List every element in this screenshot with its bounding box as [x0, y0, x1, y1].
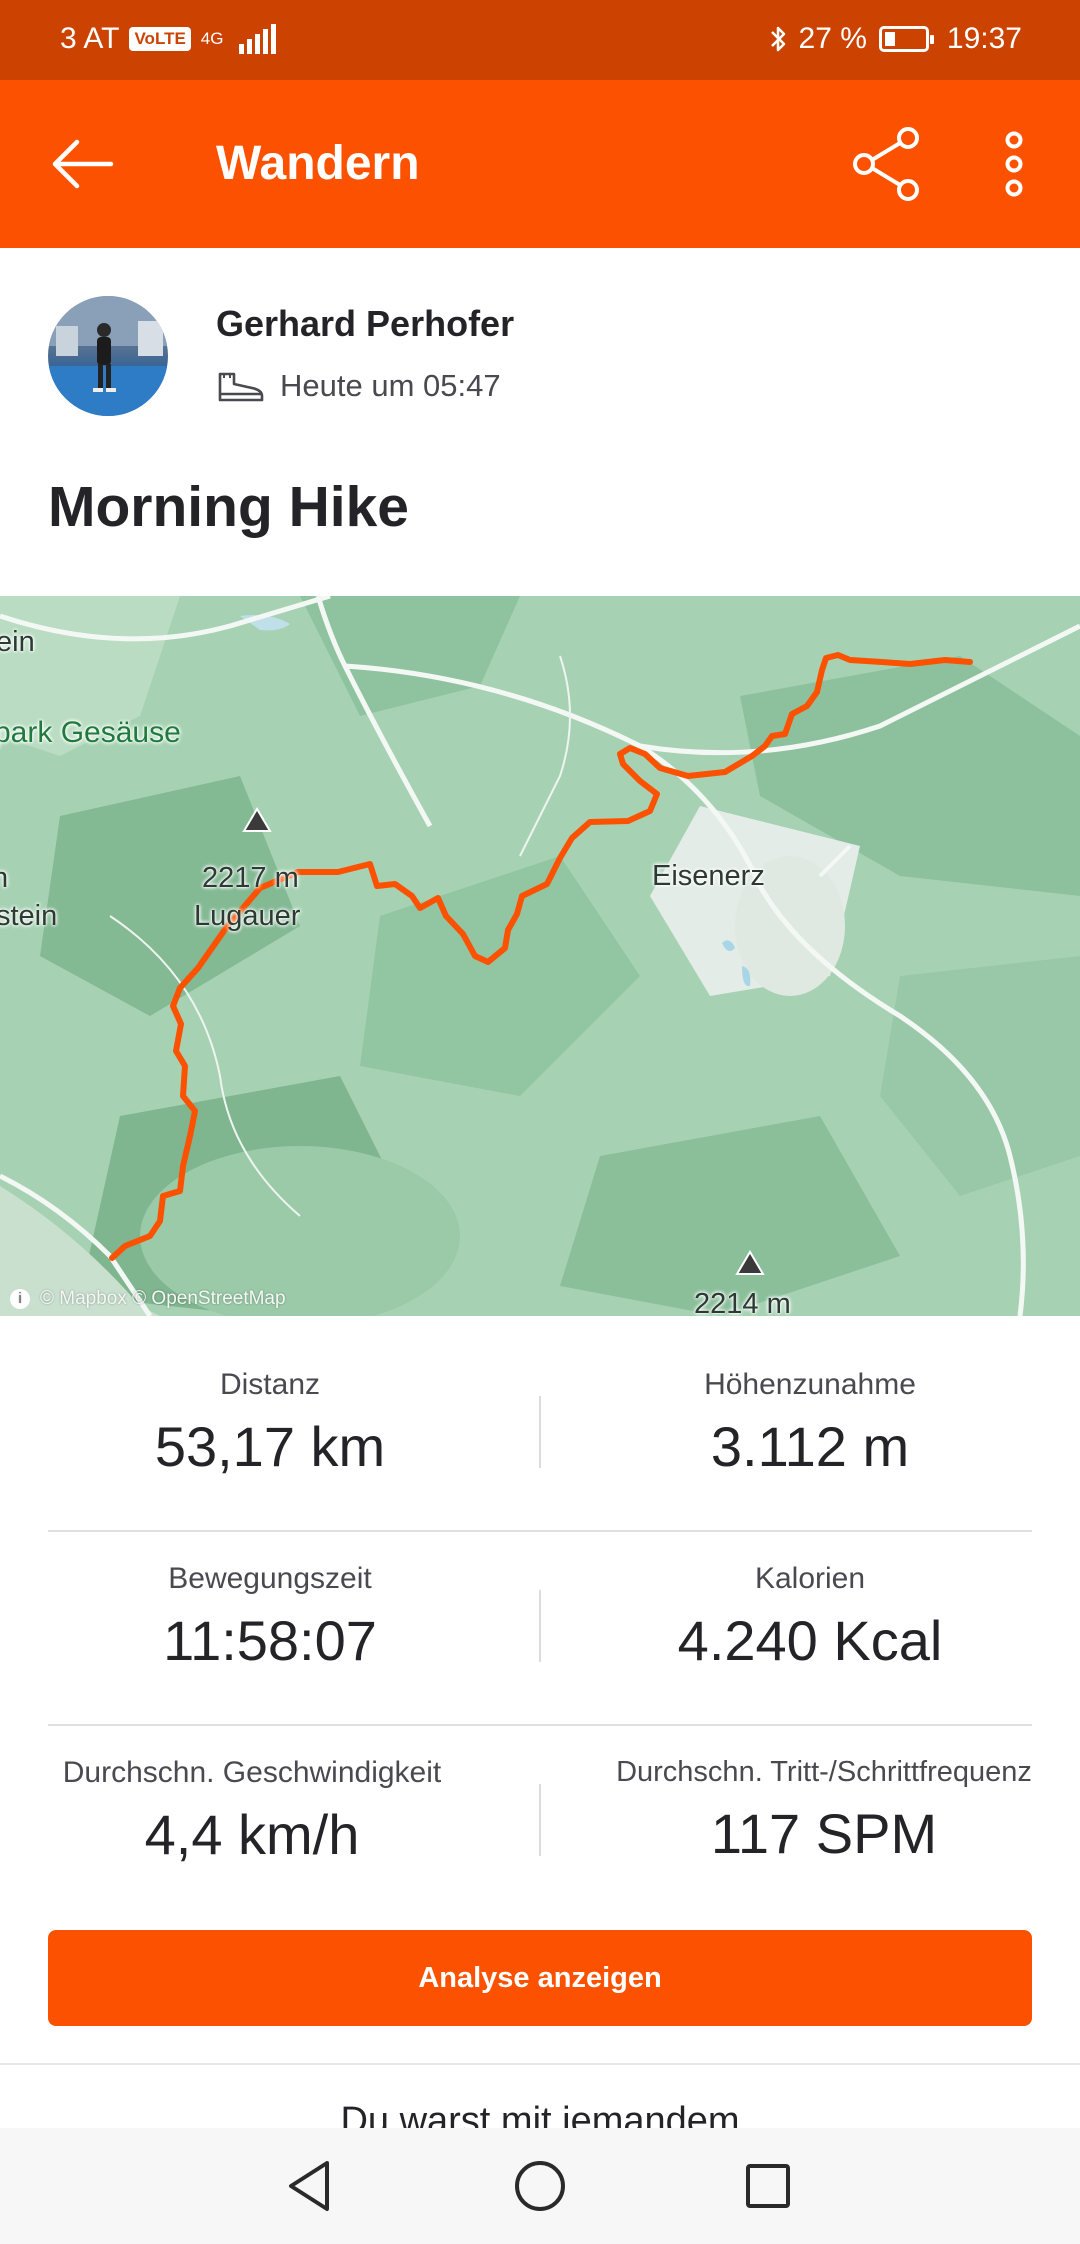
- map-label-park: park Gesäuse: [0, 716, 181, 749]
- stat-value: 53,17 km: [154, 1415, 386, 1478]
- nav-back-icon: [289, 2161, 329, 2211]
- carrier-name: 3 AT: [60, 22, 120, 55]
- map-label-eisenerz: Eisenerz: [652, 860, 765, 892]
- attribution-text: © Mapbox © OpenStreetMap: [40, 1288, 286, 1309]
- map-label-ein: ein: [0, 626, 35, 658]
- stat-moving-time: Bewegungszeit 11:58:07: [0, 1562, 540, 1673]
- row-divider: [48, 1724, 1032, 1726]
- battery-percent: 27 %: [798, 22, 867, 55]
- info-icon[interactable]: i: [10, 1289, 30, 1309]
- activity-title: Morning Hike: [48, 475, 410, 539]
- clock: 19:37: [946, 22, 1022, 55]
- signal-icon: [239, 24, 277, 54]
- section-divider: [0, 2063, 1080, 2065]
- activity-time: Heute um 05:47: [280, 368, 501, 403]
- stat-elevation-gain: Höhenzunahme 3.112 m: [523, 1368, 1080, 1479]
- app-bar: Wandern: [0, 80, 1080, 248]
- network-type: 4G: [200, 29, 224, 48]
- system-nav-bar: [0, 2128, 1080, 2244]
- stat-label: Kalorien: [754, 1562, 866, 1595]
- nav-recents-icon: [746, 2164, 790, 2208]
- nav-home-button[interactable]: [500, 2150, 580, 2222]
- stat-value: 3.112 m: [710, 1415, 910, 1478]
- activity-meta: Heute um 05:47: [216, 368, 501, 404]
- map-attribution[interactable]: i © Mapbox © OpenStreetMap: [10, 1288, 286, 1310]
- map-label-lugauer: Lugauer: [194, 900, 301, 932]
- avatar[interactable]: [48, 296, 168, 416]
- back-button[interactable]: [40, 124, 124, 204]
- share-icon: [853, 127, 919, 201]
- athlete-photo: [48, 296, 168, 416]
- stat-label: Bewegungszeit: [168, 1562, 372, 1595]
- hiking-boot-icon: [218, 372, 264, 402]
- column-divider: [539, 1784, 541, 1856]
- stat-label: Distanz: [219, 1368, 321, 1401]
- more-vertical-icon: [1005, 131, 1023, 197]
- map-terrain: [0, 596, 1080, 1316]
- page-title: Wandern: [216, 137, 420, 190]
- status-right: 27 % 19:37: [769, 22, 1022, 56]
- stat-avg-cadence: Durchschn. Tritt-/Schrittfrequenz 117 SP…: [568, 1756, 1080, 1866]
- stat-value: 4.240 Kcal: [677, 1609, 943, 1672]
- battery-icon: [878, 26, 934, 52]
- stat-avg-speed: Durchschn. Geschwindigkeit 4,4 km/h: [0, 1756, 504, 1867]
- status-bar: 3 AT VoLTE 4G 27 % 19:37: [0, 0, 1080, 80]
- map-label-peak-1: 2217 m: [202, 862, 299, 894]
- stat-value: 4,4 km/h: [144, 1803, 360, 1866]
- stat-value: 117 SPM: [710, 1802, 938, 1865]
- show-analysis-button[interactable]: Analyse anzeigen: [48, 1930, 1032, 2026]
- nav-back-button[interactable]: [270, 2150, 350, 2222]
- nav-recents-button[interactable]: [728, 2150, 808, 2222]
- stat-value: 11:58:07: [163, 1609, 377, 1672]
- map-label-stein: stein: [0, 900, 58, 932]
- volte-badge: VoLTE: [129, 27, 191, 51]
- stat-label: Höhenzunahme: [704, 1368, 916, 1401]
- route-map[interactable]: ein park Gesäuse 2217 m Lugauer n stein …: [0, 596, 1080, 1316]
- stat-calories: Kalorien 4.240 Kcal: [523, 1562, 1080, 1673]
- bluetooth-icon: [770, 26, 785, 52]
- nav-home-icon: [515, 2161, 565, 2211]
- stat-label: Durchschn. Tritt-/Schrittfrequenz: [616, 1756, 1032, 1788]
- share-button[interactable]: [846, 122, 930, 206]
- row-divider: [48, 1530, 1032, 1532]
- back-arrow-icon: [52, 139, 114, 189]
- more-options-button[interactable]: [990, 122, 1038, 206]
- map-label-peak-2: 2214 m: [694, 1288, 791, 1316]
- map-label-n: n: [0, 862, 9, 894]
- athlete-name[interactable]: Gerhard Perhofer: [216, 303, 514, 345]
- stat-distance: Distanz 53,17 km: [0, 1368, 540, 1479]
- status-left: 3 AT VoLTE 4G: [60, 22, 277, 56]
- stat-label: Durchschn. Geschwindigkeit: [62, 1756, 442, 1789]
